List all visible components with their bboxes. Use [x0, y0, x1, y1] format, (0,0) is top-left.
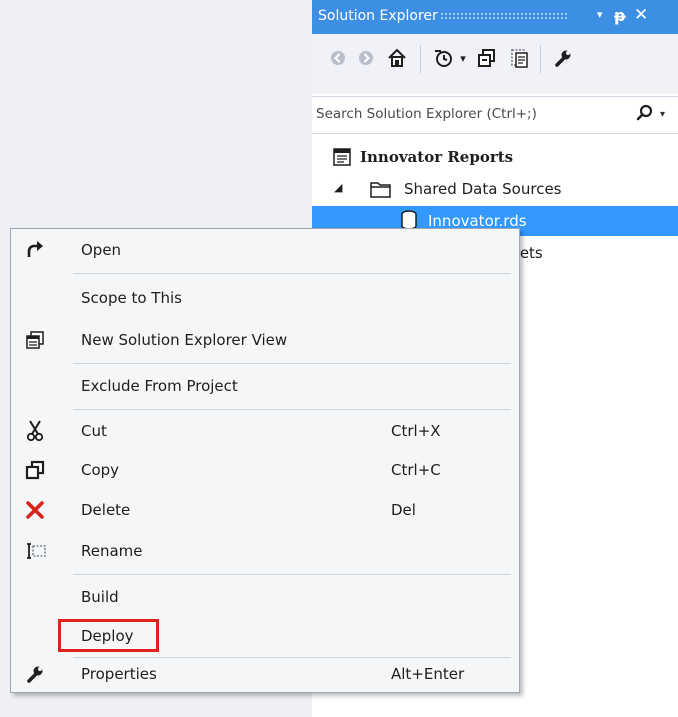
menu-item-label: Delete	[81, 501, 131, 519]
show-all-files-icon[interactable]	[506, 46, 532, 70]
menu-item-cut[interactable]: Cut Ctrl+X	[11, 414, 519, 448]
delete-x-icon	[23, 498, 47, 522]
properties-wrench-icon[interactable]	[550, 46, 576, 70]
close-icon[interactable]: ✕	[634, 5, 648, 25]
search-options-dropdown-icon[interactable]: ▾	[660, 109, 665, 120]
search-input[interactable]	[316, 103, 626, 125]
copy-icon	[23, 458, 47, 482]
expanded-arrow-icon[interactable]: ◢	[334, 181, 342, 194]
collapse-all-icon[interactable]	[474, 46, 500, 70]
menu-item-label: Rename	[81, 542, 143, 560]
menu-item-label: Copy	[81, 461, 120, 479]
menu-item-shortcut: Alt+Enter	[391, 665, 465, 683]
menu-item-copy[interactable]: Copy Ctrl+C	[11, 453, 519, 487]
filter-dropdown-icon[interactable]: ▾	[456, 46, 470, 70]
menu-item-new-solution-explorer-view[interactable]: New Solution Explorer View	[11, 323, 519, 357]
forward-icon[interactable]	[354, 46, 378, 70]
rename-icon	[23, 539, 47, 563]
menu-item-build[interactable]: Build	[11, 580, 519, 614]
menu-item-properties[interactable]: Properties Alt+Enter	[11, 657, 519, 691]
menu-item-label: Open	[81, 241, 122, 259]
report-project-icon	[332, 147, 352, 171]
menu-item-delete[interactable]: Delete Del	[11, 493, 519, 527]
new-view-icon	[23, 328, 47, 352]
tree-item-label: Shared Data Sources	[404, 180, 562, 198]
window-position-dropdown-icon[interactable]: ▾	[597, 8, 603, 21]
menu-item-shortcut: Ctrl+X	[391, 422, 441, 440]
tree-item-project[interactable]: Innovator Reports	[312, 142, 678, 172]
deploy-highlight-box	[58, 619, 159, 652]
home-icon[interactable]	[384, 46, 410, 70]
solution-explorer-toolbar: ▾	[312, 34, 678, 94]
wrench-icon	[23, 662, 47, 686]
toolbar-separator	[420, 45, 421, 73]
menu-item-scope-to-this[interactable]: Scope to This	[11, 281, 519, 315]
search-icon[interactable]	[636, 104, 654, 126]
menu-item-shortcut: Ctrl+C	[391, 461, 441, 479]
menu-separator	[73, 574, 511, 575]
panel-title: Solution Explorer	[318, 8, 438, 24]
menu-separator	[73, 273, 511, 274]
menu-item-open[interactable]: Open	[11, 233, 519, 267]
menu-item-rename[interactable]: Rename	[11, 534, 519, 568]
context-menu: Open Scope to This New Solution Explorer…	[10, 228, 520, 693]
solution-explorer-title-bar: Solution Explorer ▾ ᵽ ✕	[312, 0, 678, 34]
pin-icon[interactable]: ᵽ	[614, 6, 626, 25]
folder-icon	[370, 179, 392, 203]
menu-item-label: Cut	[81, 422, 107, 440]
tree-item-shared-data-sources[interactable]: ◢ Shared Data Sources	[312, 174, 678, 204]
pending-changes-filter-icon[interactable]	[430, 46, 456, 70]
menu-item-exclude-from-project[interactable]: Exclude From Project	[11, 369, 519, 403]
menu-item-label: Build	[81, 588, 119, 606]
menu-item-label: Exclude From Project	[81, 377, 238, 395]
menu-item-shortcut: Del	[391, 501, 416, 519]
title-bar-grip[interactable]	[440, 12, 568, 20]
menu-separator	[73, 409, 511, 410]
menu-item-label: New Solution Explorer View	[81, 331, 288, 349]
menu-item-label: Properties	[81, 665, 157, 683]
menu-separator	[73, 363, 511, 364]
menu-item-label: Scope to This	[81, 289, 182, 307]
back-icon[interactable]	[326, 46, 350, 70]
tree-item-label: Innovator Reports	[360, 148, 514, 166]
search-bar: ▾	[312, 96, 678, 134]
scissors-icon	[23, 419, 47, 443]
toolbar-separator	[540, 45, 541, 73]
open-arrow-icon	[23, 238, 47, 262]
